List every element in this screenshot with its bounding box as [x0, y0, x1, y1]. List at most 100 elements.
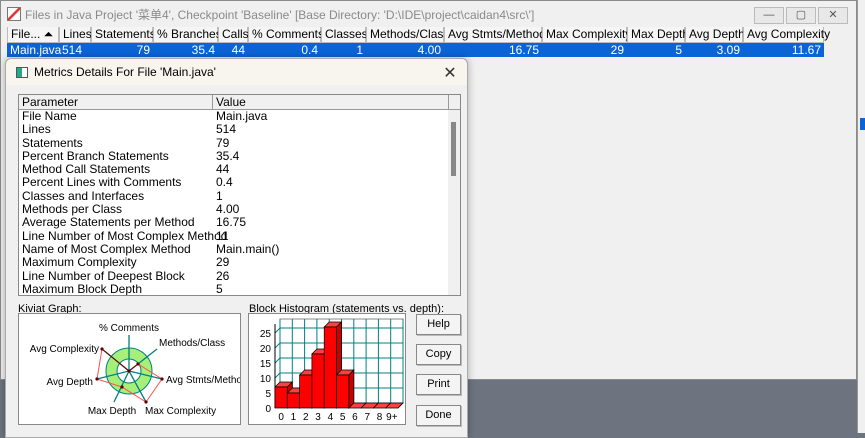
column-header[interactable]: Statements: [91, 27, 156, 43]
cell: 11.67: [791, 43, 821, 57]
parameter-value: 44: [216, 162, 230, 177]
gridline: [274, 357, 281, 364]
parameter-name: Maximum Complexity: [22, 255, 137, 270]
column-header[interactable]: Avg Complexity: [743, 27, 830, 43]
list-item[interactable]: Classes and Interfaces 1: [19, 188, 460, 203]
copy-button[interactable]: Copy: [416, 344, 461, 365]
close-button[interactable]: ✕: [818, 7, 848, 24]
parameter-value: 11: [216, 228, 229, 243]
axis-label: Max Depth: [88, 406, 136, 417]
done-button[interactable]: Done: [416, 405, 461, 426]
cell: 514: [62, 43, 83, 57]
column-header[interactable]: Max Depth: [627, 27, 689, 43]
list-item[interactable]: Average Statements per Method 16.75: [19, 215, 460, 230]
list-item[interactable]: File Name Main.java: [19, 109, 460, 123]
column-header[interactable]: Calls: [218, 27, 249, 43]
list-item[interactable]: Percent Branch Statements 35.4: [19, 148, 460, 163]
parameter-name: Lines: [22, 122, 51, 137]
column-header[interactable]: File... ⏶: [7, 27, 59, 43]
background-window: [857, 0, 865, 433]
parameter-name: Classes and Interfaces: [22, 188, 145, 203]
parameter-value: 5: [216, 281, 223, 296]
parameter-value: 35.4: [216, 148, 240, 163]
list-item[interactable]: Statements 79: [19, 135, 460, 150]
bar: [323, 326, 337, 409]
column-parameter[interactable]: Parameter: [19, 95, 213, 109]
metrics-dialog: Metrics Details For File 'Main.java' ✕ P…: [5, 58, 468, 438]
cell: 44: [231, 43, 245, 57]
parameter-name: File Name: [22, 109, 77, 123]
help-button[interactable]: Help: [416, 314, 461, 335]
x-tick-label: 7: [364, 412, 370, 423]
y-tick-label: 20: [260, 344, 272, 355]
parameter-value: 514: [216, 122, 237, 137]
column-header[interactable]: Avg Stmts/Method: [444, 27, 546, 43]
scrollbar[interactable]: [448, 110, 460, 295]
column-header[interactable]: % Branches: [153, 27, 222, 43]
minimize-button[interactable]: —: [754, 7, 784, 24]
list-item[interactable]: Line Number of Deepest Block 26: [19, 268, 460, 283]
x-tick-label: 2: [303, 412, 309, 423]
list-item[interactable]: Maximum Complexity 29: [19, 255, 460, 270]
cell: 16.75: [508, 43, 539, 57]
cell: 29: [610, 43, 624, 57]
parameter-name: Line Number of Most Complex Method: [22, 228, 228, 243]
parameter-value: 79: [216, 135, 230, 150]
table-header: File... ⏶ Lines Statements% Branches Calls%…: [7, 27, 830, 43]
y-tick-label: 10: [260, 374, 272, 385]
print-button[interactable]: Print: [416, 374, 461, 395]
scrollbar-thumb[interactable]: [451, 122, 456, 176]
list-item[interactable]: Line Number of Most Complex Method 11: [19, 228, 460, 243]
block-histogram: 0 5 10 15 20 25 0 1 2 3 4 5 6 7 8 9+: [248, 313, 406, 425]
parameter-value: Main.main(): [216, 241, 280, 256]
x-tick-label: 9+: [386, 412, 398, 423]
maximize-button[interactable]: ▢: [786, 7, 816, 24]
parameter-value: 4.00: [216, 202, 240, 217]
column-header[interactable]: Avg Depth: [685, 27, 745, 43]
x-tick-label: 4: [328, 412, 334, 423]
kiviat-graph: % Comments Methods/Class Avg Stmts/Metho…: [18, 313, 248, 425]
window-title: Files in Java Project '菜单4', Checkpoint …: [25, 7, 535, 22]
dialog-icon: [16, 66, 28, 78]
x-tick-label: 6: [352, 412, 358, 423]
parameter-value: 16.75: [216, 215, 247, 230]
parameter-name: Line Number of Deepest Block: [22, 268, 185, 283]
column-value[interactable]: Value: [213, 95, 449, 109]
column-header[interactable]: Classes: [321, 27, 368, 43]
close-icon[interactable]: ✕: [441, 63, 459, 83]
cell: 35.4: [191, 43, 215, 57]
list-item[interactable]: Maximum Block Depth 5: [19, 281, 460, 296]
column-header[interactable]: Max Complexity: [542, 27, 631, 43]
gridline: [274, 327, 281, 334]
list-item[interactable]: Method Call Statements 44: [19, 162, 460, 177]
y-tick-label: 15: [260, 359, 272, 370]
table-row[interactable]: Main.java 514 79 35.4 44 0.4 1 4.00 16.75 29 5 3.09…: [7, 43, 824, 57]
bar: [274, 386, 288, 409]
bar: [311, 353, 325, 409]
axis-label: Avg Depth: [46, 377, 93, 388]
cell: 4.00: [417, 43, 441, 57]
axis-label: Max Complexity: [145, 406, 216, 417]
axis-label: Avg Complexity: [30, 344, 99, 355]
bar: [299, 374, 313, 409]
parameter-name: Percent Branch Statements: [22, 148, 169, 163]
cell: Main.java: [10, 43, 62, 57]
parameter-value: 1: [216, 188, 223, 203]
column-header[interactable]: Methods/Class: [366, 27, 449, 43]
parameter-name: Methods per Class: [22, 202, 123, 217]
list-item[interactable]: Name of Most Complex Method Main.main(): [19, 241, 460, 256]
list-item[interactable]: Percent Lines with Comments 0.4: [19, 176, 460, 190]
axis-label: Avg Stmts/Method: [166, 375, 240, 386]
parameter-name: Maximum Block Depth: [22, 281, 143, 296]
column-header[interactable]: Lines: [59, 27, 92, 43]
parameter-value: 29: [216, 255, 230, 270]
axis-label: Methods/Class: [159, 338, 225, 349]
list-item[interactable]: Methods per Class 4.00: [19, 202, 460, 217]
parameter-name: Average Statements per Method: [22, 215, 195, 230]
list-item[interactable]: Lines 514: [19, 122, 460, 137]
column-header[interactable]: % Comments: [248, 27, 324, 43]
bar: [336, 374, 350, 409]
y-tick-label: 25: [260, 329, 272, 340]
histogram-chart: 05101520250 1 2 3 4 5 6 7 8 9+: [260, 318, 404, 423]
x-tick-label: 1: [291, 412, 297, 423]
